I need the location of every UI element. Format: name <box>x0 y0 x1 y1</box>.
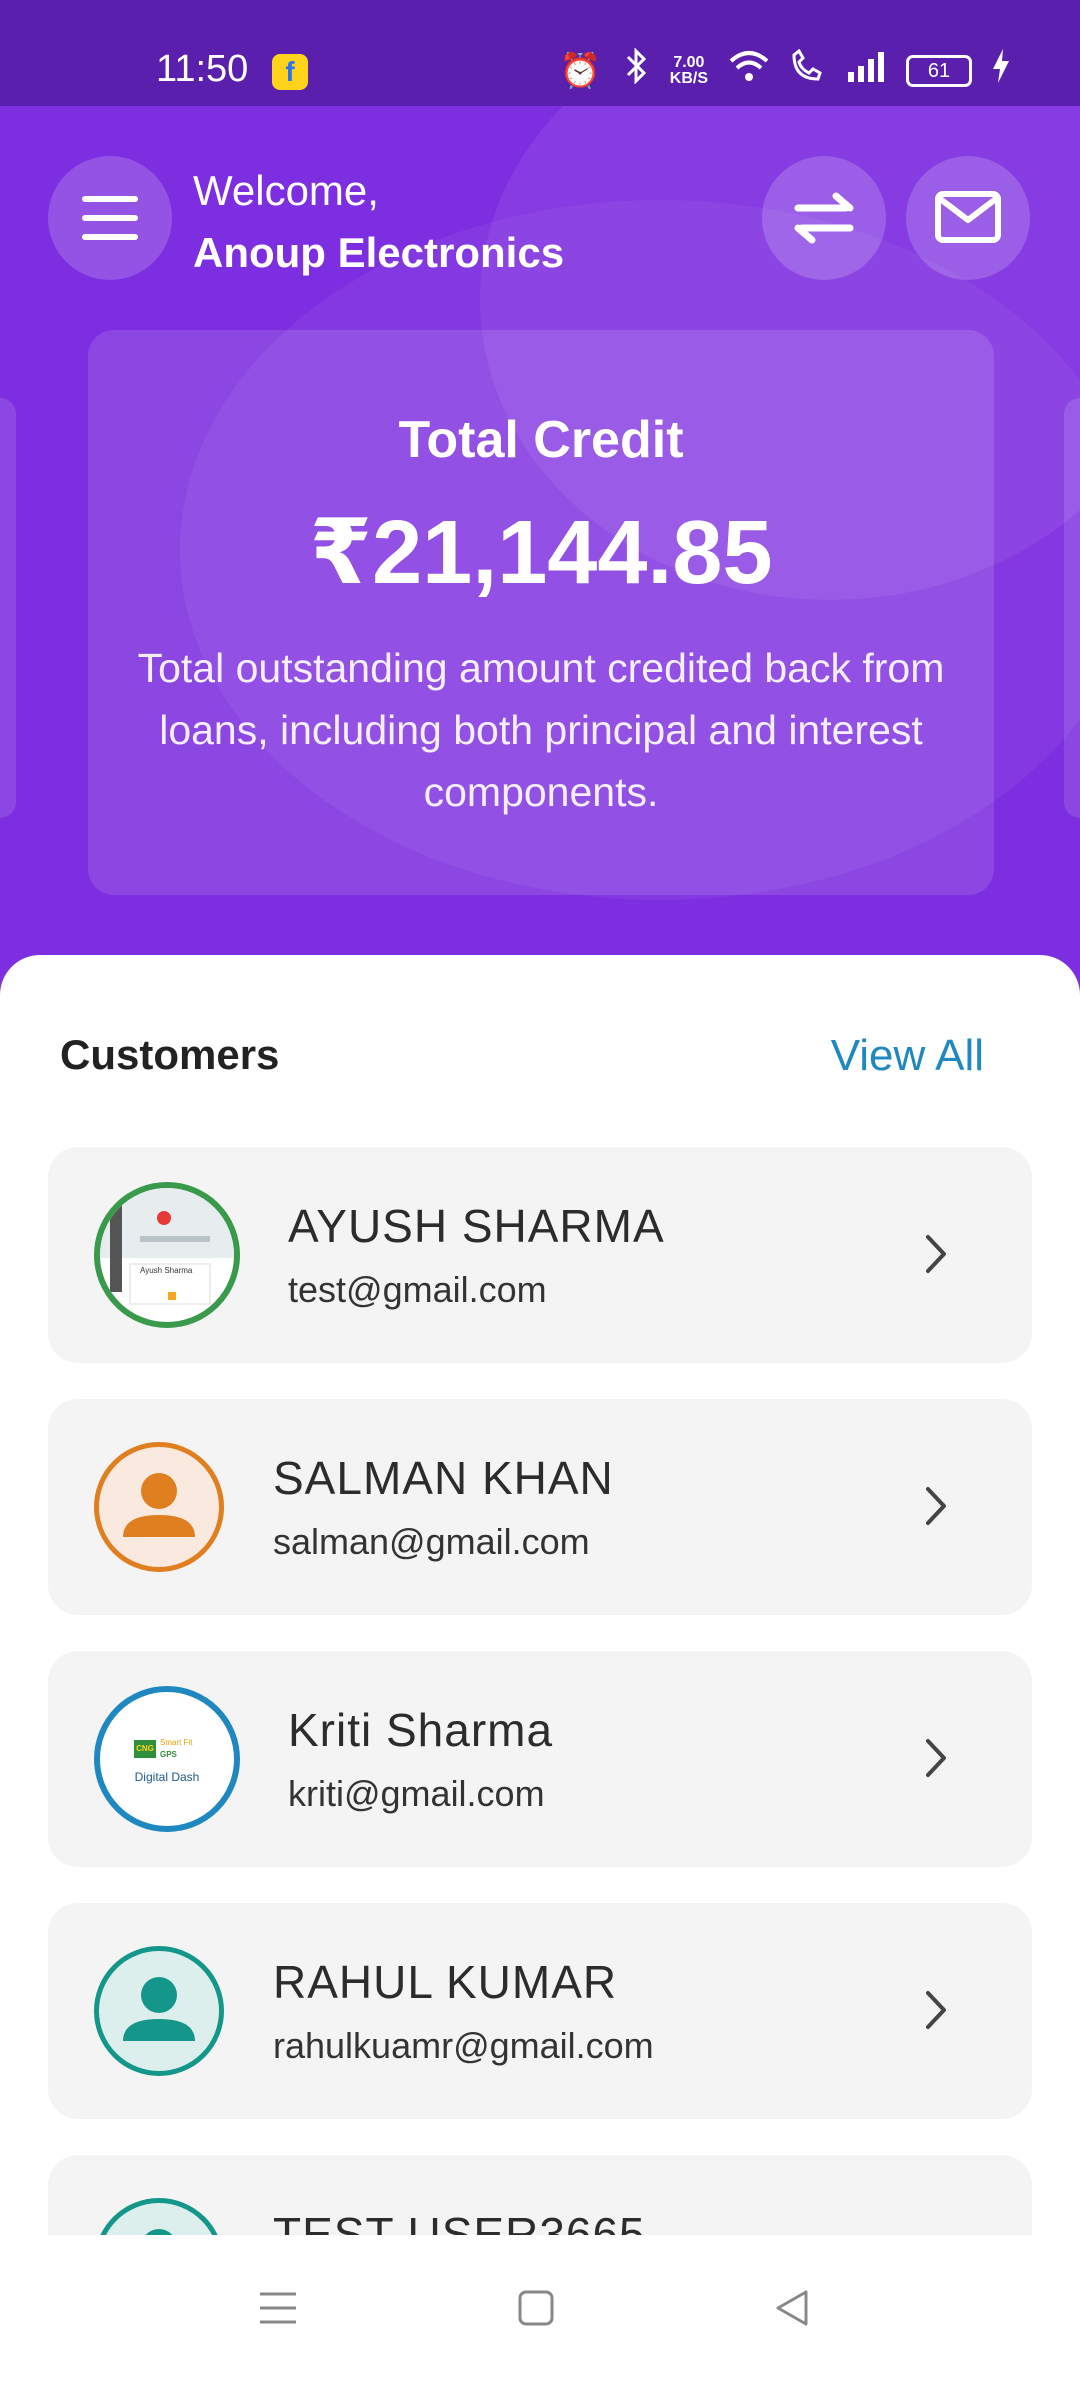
customer-name: TEST USER3665 <box>273 2208 646 2235</box>
charging-icon <box>992 49 1010 92</box>
status-time: 11:50 <box>156 48 249 90</box>
customers-panel: Customers View All Ayush Sharma AYUSH SH… <box>0 955 1080 2235</box>
customer-card[interactable]: CNG Smart Fit GPS Digital Dash Kriti Sha… <box>48 1651 1032 1867</box>
person-avatar-icon <box>94 1442 224 1572</box>
bluetooth-icon <box>622 47 650 93</box>
customer-email: test@gmail.com <box>288 1269 547 1310</box>
home-icon[interactable] <box>516 2288 556 2328</box>
chevron-right-icon <box>926 1487 946 1525</box>
customer-name: SALMAN KHAN <box>273 1452 614 1504</box>
menu-button[interactable] <box>48 156 172 280</box>
customer-card[interactable]: Ayush Sharma AYUSH SHARMA test@gmail.com <box>48 1147 1032 1363</box>
customer-email: salman@gmail.com <box>273 1521 590 1562</box>
next-card-peek <box>1064 398 1080 818</box>
swap-arrows-icon <box>794 192 854 244</box>
credit-amount: ₹21,144.85 <box>309 503 773 603</box>
view-all-link[interactable]: View All <box>831 1031 984 1081</box>
welcome-text: Welcome, <box>193 167 379 214</box>
customer-name: Kriti Sharma <box>288 1704 554 1756</box>
person-avatar-icon <box>94 1946 224 2076</box>
hamburger-icon-line <box>82 215 138 221</box>
customer-avatar-photo: CNG Smart Fit GPS Digital Dash <box>94 1686 240 1832</box>
photo-badge: CNG <box>134 1740 156 1758</box>
photo-caption: Digital Dash <box>134 1770 200 1784</box>
header: 11:50 f ⏰ 7.00 KB/S 61 Welcome, Anoup El… <box>0 0 1080 1000</box>
switch-account-button[interactable] <box>762 156 886 280</box>
speed-value: 7.00 <box>673 53 705 71</box>
recent-apps-icon[interactable] <box>258 2288 298 2328</box>
speed-unit: KB/S <box>669 69 708 87</box>
photo-caption: Ayush Sharma <box>140 1266 193 1275</box>
system-navigation-bar <box>0 2236 1080 2400</box>
customer-email: rahulkuamr@gmail.com <box>273 2025 654 2066</box>
customer-avatar-photo: Ayush Sharma <box>94 1182 240 1328</box>
customer-name: AYUSH SHARMA <box>288 1200 665 1252</box>
wifi-call-icon <box>790 48 826 92</box>
chevron-right-icon <box>926 1235 946 1273</box>
photo-caption: GPS <box>160 1750 177 1759</box>
messages-button[interactable] <box>906 156 1030 280</box>
mail-icon <box>935 191 1001 243</box>
network-speed: 7.00 KB/S <box>669 53 708 87</box>
previous-card-peek <box>0 398 16 818</box>
total-credit-card: Total Credit ₹21,144.85 Total outstandin… <box>88 330 994 895</box>
customer-card[interactable]: RAHUL KUMAR rahulkuamr@gmail.com <box>48 1903 1032 2119</box>
customer-email: kriti@gmail.com <box>288 1773 545 1814</box>
alarm-icon: ⏰ <box>559 51 602 90</box>
chevron-right-icon <box>926 1991 946 2029</box>
shop-name: Anoup Electronics <box>193 229 565 276</box>
customers-title: Customers <box>60 1031 280 1078</box>
hamburger-icon <box>82 196 138 202</box>
customer-card[interactable]: TEST USER3665 <box>48 2155 1032 2235</box>
flipkart-notification-icon: f <box>272 54 308 90</box>
customer-name: RAHUL KUMAR <box>273 1956 618 2008</box>
chevron-right-icon <box>926 1739 946 1777</box>
wifi-icon <box>728 49 770 92</box>
status-icons: ⏰ 7.00 KB/S 61 <box>559 47 1010 93</box>
customer-card[interactable]: SALMAN KHAN salman@gmail.com <box>48 1399 1032 1615</box>
photo-caption: Smart Fit <box>160 1738 193 1747</box>
hamburger-icon-line <box>82 234 138 240</box>
status-bar: 11:50 f ⏰ 7.00 KB/S 61 <box>0 0 1080 106</box>
back-icon[interactable] <box>772 2288 812 2328</box>
credit-title: Total Credit <box>398 411 684 469</box>
credit-description: Total outstanding amount credited back f… <box>137 645 945 815</box>
battery-indicator: 61 <box>906 54 972 87</box>
person-avatar-icon <box>94 2198 224 2235</box>
signal-icon <box>846 50 886 91</box>
